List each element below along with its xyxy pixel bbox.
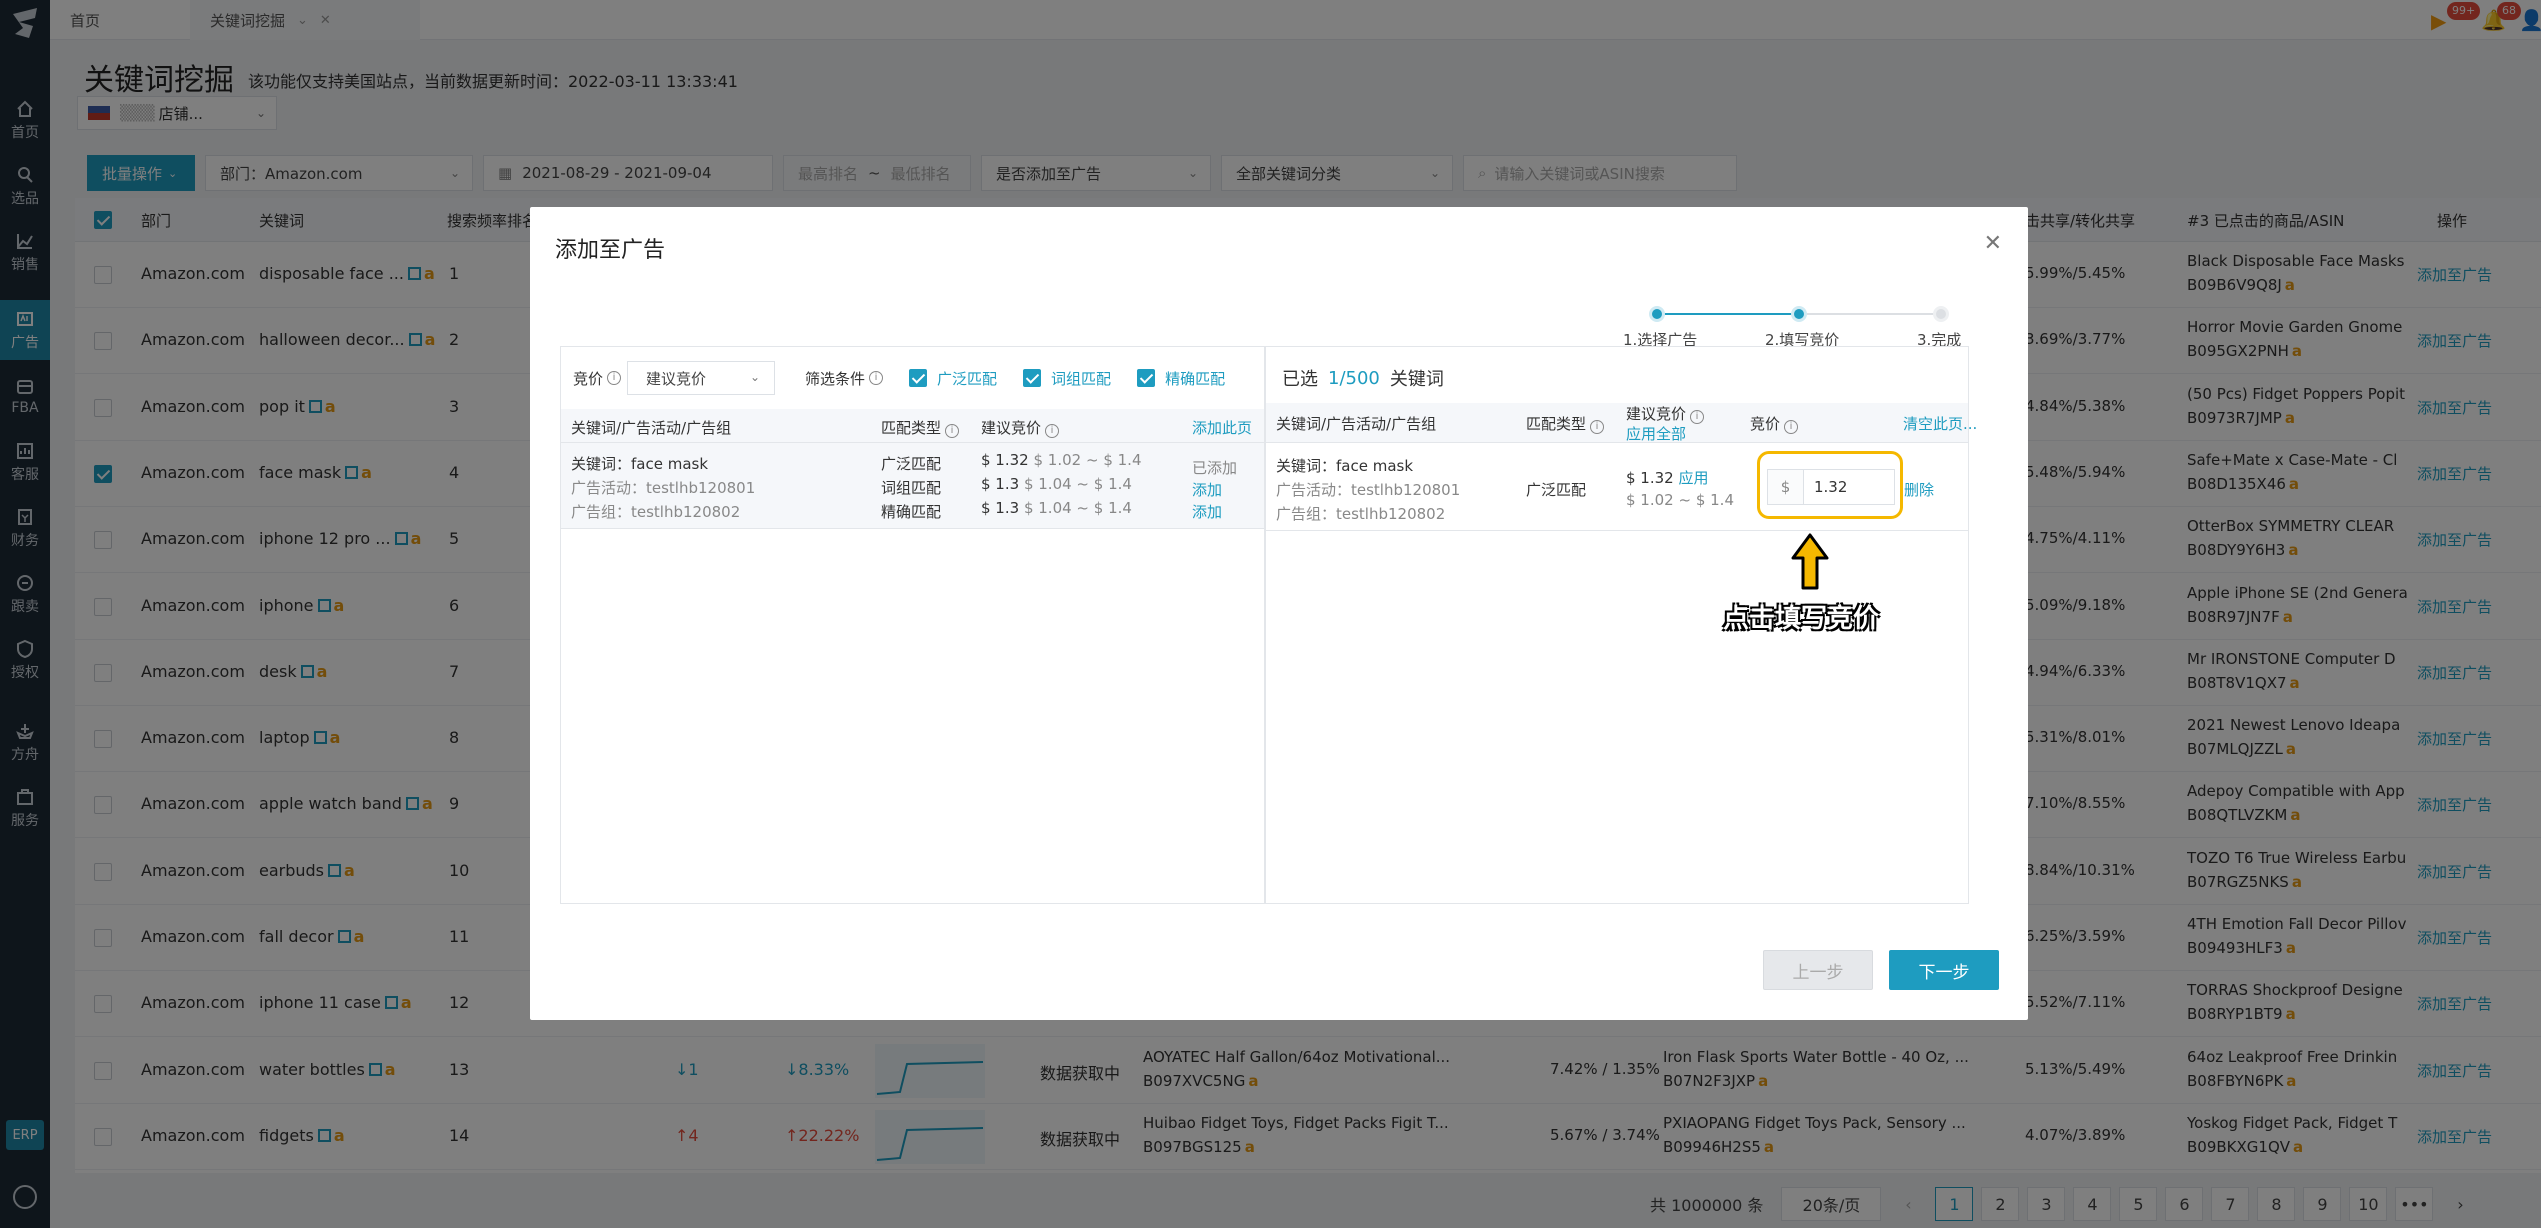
- annotation-label: 点击填写竞价: [1723, 604, 1880, 634]
- arrow-up-icon: [1791, 533, 1829, 590]
- match-broad: 广泛匹配: [881, 455, 942, 473]
- col-suggested-bid: 建议竞价 i: [981, 417, 1060, 438]
- selected-prefix: 已选: [1282, 369, 1318, 390]
- list-item: 关键词：face mask 广告活动：testlhb120801 广告组：tes…: [561, 443, 1264, 529]
- col-match: 匹配类型 i: [881, 417, 960, 438]
- info-icon: i: [945, 424, 960, 438]
- bid-highlight: $1.32: [1757, 451, 1903, 519]
- modal-title: 添加至广告: [555, 238, 666, 263]
- bid-value: $ 1.32: [981, 451, 1029, 469]
- col-suggested-bid: 建议竞价 i: [1626, 403, 1705, 424]
- bid-value: $ 1.3: [981, 499, 1020, 517]
- phrase-match-label: 词组匹配: [1051, 369, 1112, 388]
- filter-label: 筛选条件: [805, 369, 866, 388]
- broad-match-checkbox[interactable]: 广泛匹配: [909, 368, 997, 389]
- suggested-bid-range: $ 1.02 ~ $ 1.4: [1626, 491, 1734, 509]
- phrase-match-checkbox[interactable]: 词组匹配: [1023, 368, 1111, 389]
- col-match-text: 匹配类型: [881, 419, 942, 437]
- add-exact-link[interactable]: 添加: [1192, 501, 1222, 522]
- exact-match-label: 精确匹配: [1165, 369, 1226, 388]
- col-match-text: 匹配类型: [1526, 415, 1587, 433]
- bid-range: $ 1.02 ~ $ 1.4: [1033, 451, 1142, 469]
- bid-range: $ 1.04 ~ $ 1.4: [1023, 499, 1132, 517]
- broad-match-label: 广泛匹配: [937, 369, 998, 388]
- info-icon: i: [607, 371, 622, 385]
- next-step-button[interactable]: 下一步: [1889, 950, 1999, 990]
- add-phrase-link[interactable]: 添加: [1192, 479, 1222, 500]
- currency-prefix: $: [1768, 470, 1804, 504]
- selected-count: 1/500: [1328, 367, 1380, 389]
- match-exact: 精确匹配: [881, 503, 942, 521]
- info-icon: i: [1590, 420, 1605, 434]
- info-icon: i: [1784, 420, 1799, 434]
- checkbox-box: [1137, 369, 1156, 387]
- exact-match-checkbox[interactable]: 精确匹配: [1137, 368, 1225, 389]
- step-line-done: [1657, 313, 1799, 315]
- right-pane-title: 已选 1/500 关键词: [1266, 347, 1968, 409]
- bid-line-2: $ 1.3 $ 1.04 ~ $ 1.4: [981, 475, 1132, 493]
- apply-link[interactable]: 应用: [1679, 469, 1709, 487]
- add-page-link[interactable]: 添加此页: [1192, 417, 1252, 438]
- col-keyword: 关键词/广告活动/广告组: [571, 419, 732, 437]
- step-dot-3: [1933, 306, 1949, 322]
- checkbox-box: [1023, 369, 1042, 387]
- info-icon: i: [1690, 410, 1705, 424]
- col-bid-text: 竞价: [1750, 415, 1781, 433]
- already-added-label: 已添加: [1192, 459, 1238, 477]
- col-sbid-text: 建议竞价: [1626, 405, 1687, 423]
- clear-page-link[interactable]: 清空此页...: [1903, 413, 1977, 434]
- checkbox-box: [909, 369, 928, 387]
- bid-label: 竞价: [573, 369, 604, 388]
- row-campaign: 广告活动：testlhb120801: [1276, 481, 1461, 499]
- keyword-source-pane: 竞价 i 建议竞价 ⌄ 筛选条件 i 广泛匹配 词组匹配 精确匹配 关键词/广告活动/…: [560, 346, 1265, 904]
- match-phrase: 词组匹配: [881, 479, 942, 497]
- bid-input-value: 1.32: [1814, 478, 1848, 496]
- info-icon: i: [869, 371, 884, 385]
- bid-line-3: $ 1.3 $ 1.04 ~ $ 1.4: [981, 499, 1132, 517]
- step-dot-2: [1791, 306, 1807, 322]
- row-group: 广告组：testlhb120802: [571, 503, 741, 521]
- row-campaign: 广告活动：testlhb120801: [571, 479, 756, 497]
- step-dot-1: [1649, 306, 1665, 322]
- info-icon: i: [1045, 424, 1060, 438]
- col-match: 匹配类型 i: [1526, 413, 1605, 434]
- close-icon[interactable]: ✕: [1984, 231, 2002, 256]
- right-column-header: 关键词/广告活动/广告组 匹配类型 i 建议竞价 i 应用全部 竞价 i 清空此页..…: [1266, 403, 1977, 444]
- left-column-header: 关键词/广告活动/广告组 匹配类型 i 建议竞价 i 添加此页: [561, 409, 1264, 443]
- col-keyword: 关键词/广告活动/广告组: [1276, 415, 1437, 433]
- suggested-bid: $ 1.32 应用: [1626, 467, 1709, 488]
- row-group: 广告组：testlhb120802: [1276, 505, 1446, 523]
- bid-line-1: $ 1.32 $ 1.02 ~ $ 1.4: [981, 451, 1141, 469]
- row-keyword: 关键词：face mask: [571, 455, 709, 473]
- app-root: 首页选品销售广告FBA客服财务跟卖授权方舟服务 ERP 首页 关键词挖掘⌄✕ ▶…: [0, 0, 2541, 1228]
- row-keyword: 关键词：face mask: [1276, 457, 1414, 475]
- suggested-bid-value: $ 1.32: [1626, 469, 1674, 487]
- list-item: 关键词：face mask 广告活动：testlhb120801 广告组：tes…: [1266, 443, 1968, 531]
- bid-range: $ 1.04 ~ $ 1.4: [1023, 475, 1132, 493]
- bid-type-value: 建议竞价: [646, 369, 707, 388]
- prev-step-button[interactable]: 上一步: [1763, 950, 1873, 990]
- bid-value: $ 1.3: [981, 475, 1020, 493]
- col-bid: 竞价 i: [1750, 413, 1799, 434]
- col-bid-text: 建议竞价: [981, 419, 1042, 437]
- left-pane-toolbar: 竞价 i 建议竞价 ⌄ 筛选条件 i 广泛匹配 词组匹配 精确匹配: [561, 347, 1264, 409]
- bid-input[interactable]: $1.32: [1767, 469, 1895, 505]
- apply-all-link[interactable]: 应用全部: [1626, 423, 1686, 444]
- delete-link[interactable]: 删除: [1904, 479, 1934, 500]
- row-match: 广泛匹配: [1526, 481, 1587, 499]
- selected-suffix: 关键词: [1389, 369, 1444, 390]
- bid-type-select[interactable]: 建议竞价 ⌄: [627, 361, 776, 395]
- chevron-down-icon: ⌄: [749, 370, 761, 384]
- step-line-todo: [1799, 313, 1941, 315]
